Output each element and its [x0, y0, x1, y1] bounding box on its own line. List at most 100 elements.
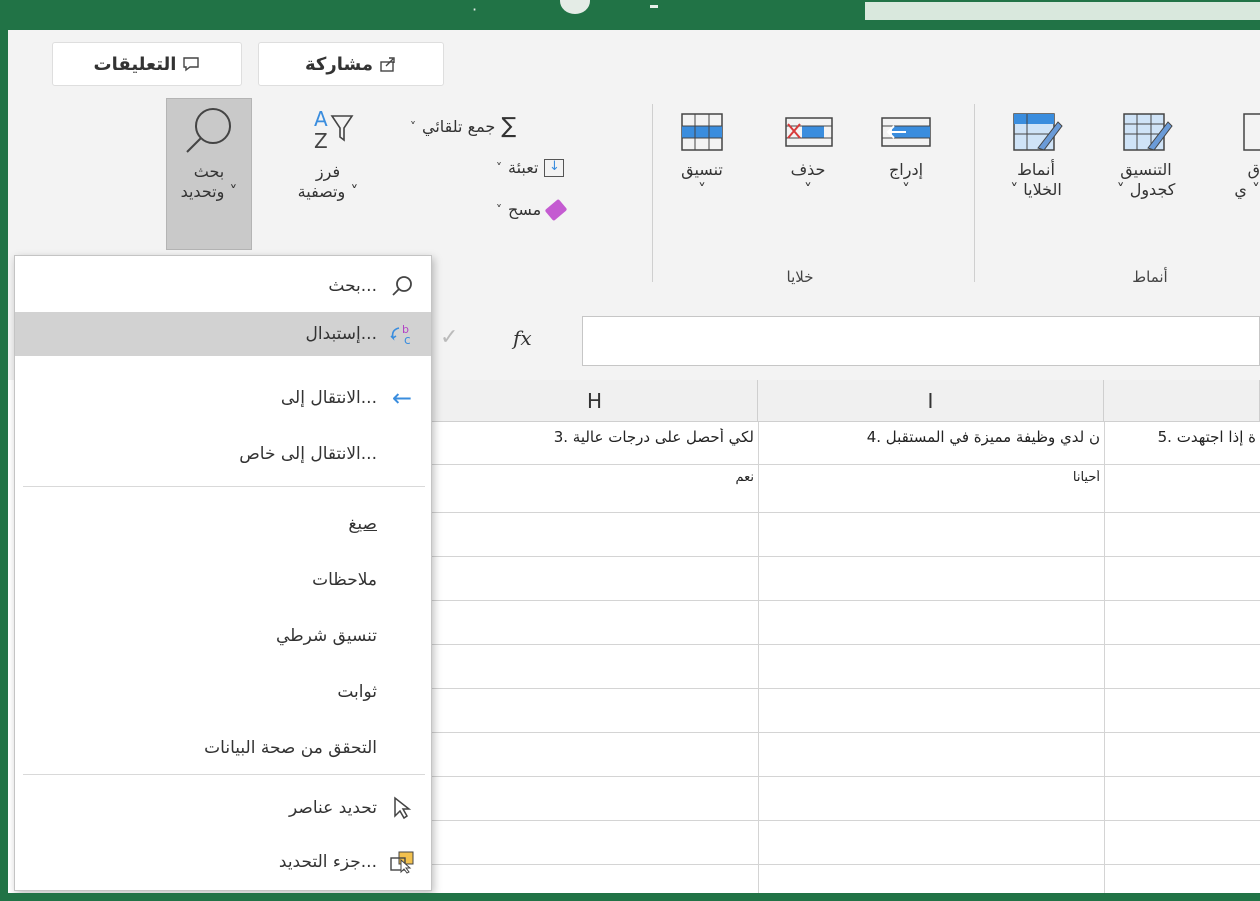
menu-item-label: صيغ	[348, 514, 377, 534]
clear-button[interactable]: مسح ˅	[496, 198, 568, 221]
conditional-formatting-label-1: ق	[1247, 160, 1260, 179]
format-as-table-label-1: التنسيق	[1120, 160, 1172, 179]
fill-button[interactable]: ↓ تعبئة ˅	[496, 158, 565, 177]
grid-line	[432, 732, 1260, 733]
menu-item-go-to-special[interactable]: الانتقال إلى خاص...	[15, 432, 431, 476]
column-header-i[interactable]: I	[758, 380, 1104, 422]
grid-line	[432, 644, 1260, 645]
menu-item-label: التحقق من صحة البيانات	[204, 738, 377, 758]
cell-styles-icon	[1013, 113, 1063, 151]
menu-separator	[23, 486, 425, 487]
autosum-sigma-icon: ∑	[501, 114, 517, 139]
format-cells-button[interactable]: تنسيق ˅	[670, 108, 734, 200]
menu-icon-spacer	[389, 735, 415, 761]
menu-item-notes[interactable]: ملاحظات	[15, 558, 431, 602]
arrow-left-icon: ←	[391, 384, 413, 412]
menu-item-label: الانتقال إلى...	[280, 388, 377, 408]
grid-line	[432, 464, 1260, 465]
title-search-box[interactable]	[865, 2, 1260, 20]
format-cells-icon	[681, 113, 723, 151]
replace-icon: b c	[389, 321, 415, 347]
chevron-down-icon: ˅	[804, 180, 812, 199]
chevron-down-icon: ˅	[496, 160, 502, 175]
delete-cells-label: حذف	[790, 160, 826, 179]
clear-label: مسح	[508, 200, 542, 219]
grid-line	[432, 600, 1260, 601]
format-cells-label: تنسيق	[681, 160, 723, 179]
conditional-formatting-label-2: ي ˅	[1234, 180, 1260, 199]
menu-item-replace[interactable]: إستبدال... b c	[15, 312, 431, 356]
menu-item-go-to[interactable]: الانتقال إلى... ←	[15, 376, 431, 420]
menu-item-select-objects[interactable]: تحديد عناصر	[15, 786, 431, 830]
column-header-h[interactable]: H	[432, 380, 758, 422]
grid-line	[432, 556, 1260, 557]
sort-filter-button[interactable]: A Z فرز وتصفية ˅	[268, 104, 388, 202]
title-bar: ·	[0, 0, 1260, 30]
find-select-label-2: وتحديد ˅	[180, 182, 238, 201]
svg-text:c: c	[404, 333, 411, 346]
formula-input[interactable]	[582, 316, 1260, 366]
search-icon	[389, 273, 415, 299]
select-objects-icon	[389, 795, 415, 821]
insert-function-icon[interactable]: fx	[513, 326, 532, 350]
menu-item-constants[interactable]: ثوابت	[15, 670, 431, 714]
share-button[interactable]: مشاركة	[258, 42, 444, 86]
eraser-icon	[544, 198, 568, 221]
find-select-label-1: بحث	[193, 162, 225, 181]
menu-item-conditional-formatting[interactable]: تنسيق شرطي	[15, 614, 431, 658]
avatar[interactable]	[560, 0, 590, 14]
menu-item-label: الانتقال إلى خاص...	[239, 444, 377, 464]
autosum-button[interactable]: ∑ جمع تلقائي ˅	[410, 114, 516, 139]
menu-icon-spacer	[389, 441, 415, 467]
insert-cells-icon	[881, 117, 931, 147]
menu-icon-spacer	[389, 511, 415, 537]
cell-i2[interactable]: أحيانا	[758, 470, 1104, 494]
conditional-formatting-icon	[1243, 113, 1260, 151]
cell-h1[interactable]: لكي أحصل على درجات عالية .3	[432, 428, 758, 458]
comment-icon	[183, 57, 200, 72]
magnifier-icon	[186, 108, 231, 153]
find-select-content: بحث وتحديد ˅	[166, 104, 252, 202]
comments-button[interactable]: التعليقات	[52, 42, 242, 86]
menu-item-formulas[interactable]: صيغ	[15, 502, 431, 546]
menu-item-data-validation[interactable]: التحقق من صحة البيانات	[15, 726, 431, 770]
cell-j1[interactable]: ة إذا اجتهدت .5	[1104, 428, 1260, 458]
svg-text:Z: Z	[314, 129, 328, 153]
insert-cells-button[interactable]: إدراج ˅	[866, 108, 946, 200]
chevron-down-icon: ˅	[698, 180, 706, 199]
grid-line	[432, 820, 1260, 821]
column-header-j[interactable]	[1104, 380, 1260, 422]
autosum-label: جمع تلقائي	[422, 117, 496, 136]
menu-item-find[interactable]: بحث...	[15, 264, 431, 308]
comments-label: التعليقات	[93, 53, 177, 75]
chevron-down-icon: ˅	[496, 202, 502, 217]
find-select-dropdown-menu: بحث... إستبدال... b c الانتقال إلى... ← …	[14, 255, 432, 891]
cell-i1[interactable]: ن لدي وظيفة مميزة في المستقبل .4	[758, 428, 1104, 458]
insert-cells-label: إدراج	[888, 160, 924, 179]
cell-styles-label-1: أنماط	[1017, 160, 1055, 179]
menu-item-selection-pane[interactable]: جزء التحديد...	[15, 840, 431, 884]
format-as-table-icon	[1123, 113, 1173, 151]
fill-down-icon: ↓	[544, 158, 565, 177]
conditional-formatting-button[interactable]: ق ي ˅	[1226, 108, 1260, 200]
chevron-down-icon: ˅	[410, 119, 416, 134]
format-as-table-button[interactable]: التنسيق ˅ كجدول	[1104, 108, 1188, 200]
styles-group-label: أنماط	[1132, 268, 1168, 286]
enter-check-icon[interactable]: ✓	[440, 325, 458, 350]
menu-item-label: تنسيق شرطي	[275, 626, 377, 646]
ribbon-separator	[652, 104, 653, 282]
delete-cells-icon	[785, 117, 833, 147]
cell-styles-button[interactable]: أنماط ˅ الخلايا	[996, 108, 1076, 200]
app-glyph-icon: ·	[472, 0, 478, 19]
cell-h2[interactable]: نعم	[432, 470, 758, 494]
menu-item-label: ثوابت	[337, 682, 377, 702]
format-as-table-label-2: ˅ كجدول	[1116, 180, 1176, 199]
menu-item-label: إستبدال...	[305, 324, 377, 344]
menu-item-label: ملاحظات	[312, 570, 377, 590]
menu-icon-spacer	[389, 567, 415, 593]
selection-pane-icon	[389, 849, 415, 875]
share-icon	[380, 57, 395, 72]
menu-item-label: بحث...	[328, 276, 377, 296]
delete-cells-button[interactable]: حذف ˅	[776, 108, 840, 200]
sort-filter-icon: A Z	[314, 107, 354, 153]
